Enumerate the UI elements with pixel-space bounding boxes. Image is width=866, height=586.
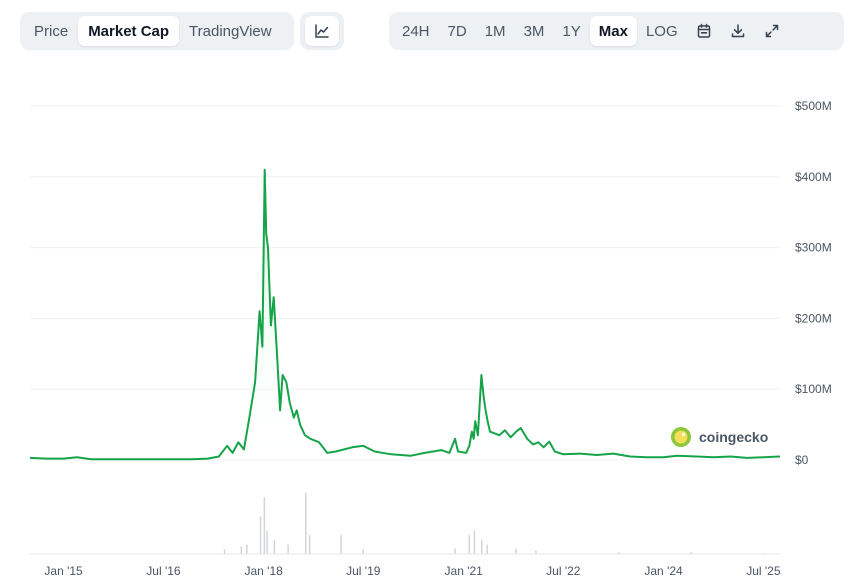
x-tick-label: Jan '15	[44, 564, 83, 578]
volume-bar	[515, 548, 517, 554]
x-axis: Jan '15 Jul '16 Jan '18 Jul '19 Jan '21 Jul '…	[44, 564, 780, 578]
range-3m-button[interactable]: 3M	[515, 16, 554, 46]
y-tick-label: $300M	[795, 241, 832, 255]
date-range-button[interactable]	[687, 16, 721, 46]
line-chart-icon	[315, 24, 329, 38]
market-cap-area	[30, 169, 780, 460]
x-tick-label: Jul '16	[146, 564, 181, 578]
calendar-icon	[697, 23, 710, 38]
x-tick-label: Jan '21	[445, 564, 484, 578]
download-button[interactable]	[721, 16, 755, 46]
tab-tradingview[interactable]: TradingView	[179, 16, 282, 46]
volume-bar	[535, 550, 537, 554]
range-7d-button[interactable]: 7D	[439, 16, 476, 46]
range-max-button[interactable]: Max	[589, 16, 637, 46]
y-tick-label: $100M	[795, 382, 832, 396]
log-scale-button[interactable]: LOG	[637, 16, 687, 46]
grid-lines	[30, 105, 780, 461]
volume-bar	[340, 535, 342, 554]
watermark-text: coingecko	[699, 429, 768, 445]
volume-bar	[240, 546, 243, 554]
volume-bars	[223, 492, 765, 554]
expand-icon	[765, 24, 778, 38]
x-tick-label: Jul '25	[746, 564, 781, 578]
volume-bar	[362, 549, 365, 554]
coingecko-watermark: coingecko	[671, 427, 768, 447]
x-tick-label: Jul '19	[346, 564, 381, 578]
volume-bar	[473, 530, 476, 554]
volume-bar	[468, 535, 471, 554]
chart-toolbar: Price Market Cap TradingView 24H 7D 1M 3…	[20, 12, 844, 50]
volume-bar	[266, 530, 268, 554]
volume-bar	[454, 548, 456, 554]
y-tick-label: $200M	[795, 311, 832, 325]
y-tick-label: $500M	[795, 99, 832, 113]
x-tick-label: Jan '24	[644, 564, 683, 578]
y-tick-label: $0	[795, 453, 809, 467]
range-1m-button[interactable]: 1M	[476, 16, 515, 46]
gecko-logo-face	[674, 430, 688, 444]
market-cap-line	[29, 168, 781, 461]
volume-bar	[263, 497, 266, 554]
volume-bar	[287, 544, 289, 554]
view-tabs: Price Market Cap TradingView	[20, 12, 294, 50]
range-1y-button[interactable]: 1Y	[553, 16, 589, 46]
fullscreen-button[interactable]	[755, 16, 789, 46]
x-tick-label: Jan '18	[244, 564, 283, 578]
y-axis: $0 $100M $200M $300M $400M $500M	[795, 99, 832, 467]
volume-bar	[308, 535, 311, 554]
download-icon	[731, 24, 744, 38]
volume-bar	[486, 544, 488, 554]
line-chart-button[interactable]	[305, 16, 339, 46]
volume-bar	[305, 492, 307, 554]
tab-market-cap[interactable]: Market Cap	[78, 16, 180, 46]
tab-price[interactable]: Price	[24, 16, 78, 46]
range-selector: 24H 7D 1M 3M 1Y Max LOG	[389, 12, 844, 50]
range-24h-button[interactable]: 24H	[393, 16, 439, 46]
volume-bar	[481, 539, 483, 554]
volume-bar	[223, 549, 226, 554]
x-tick-label: Jul '22	[546, 564, 581, 578]
volume-bar	[273, 539, 276, 554]
y-tick-label: $400M	[795, 170, 832, 184]
volume-bar	[259, 516, 262, 554]
gecko-logo-eye	[681, 432, 686, 437]
market-cap-chart[interactable]: $0 $100M $200M $300M $400M $500M Jan '15 Jul '…	[0, 80, 866, 586]
chart-type-toggle	[300, 12, 344, 50]
volume-bar	[246, 544, 248, 554]
